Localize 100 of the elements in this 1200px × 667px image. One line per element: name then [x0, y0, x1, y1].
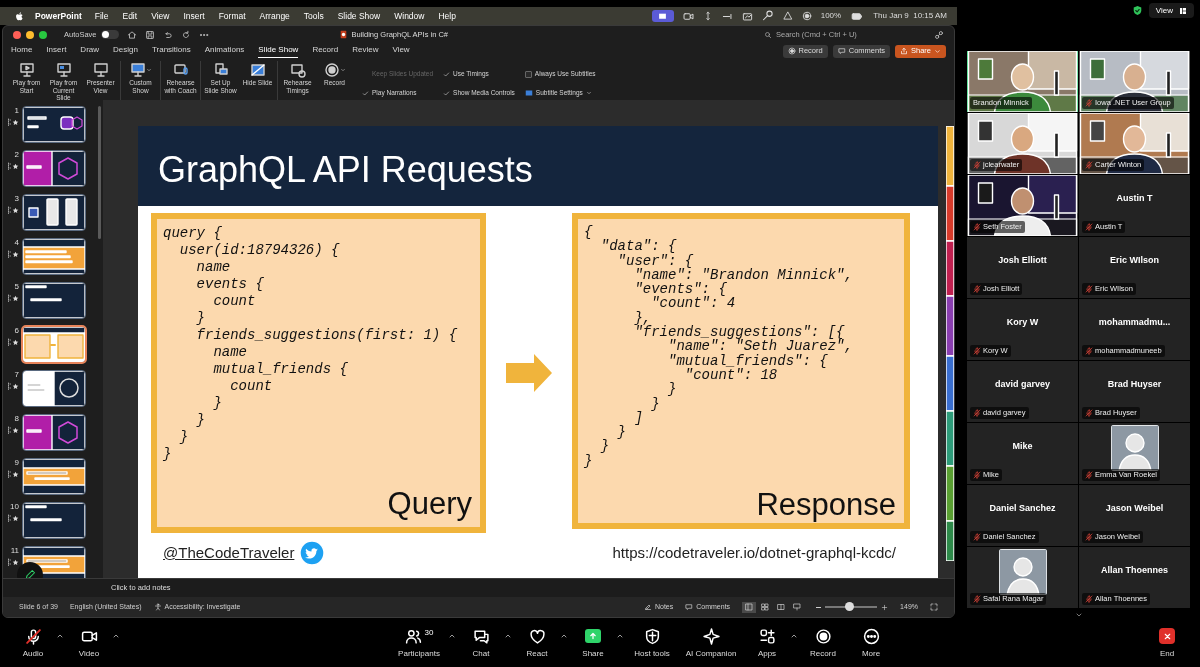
- menu-item[interactable]: Insert: [183, 9, 205, 23]
- animation-icon: [7, 514, 11, 522]
- key-status-icon[interactable]: [761, 10, 774, 22]
- slide-thumbnail[interactable]: [23, 415, 85, 450]
- video-button[interactable]: Video: [66, 627, 112, 660]
- menu-item[interactable]: Help: [438, 9, 456, 23]
- react-button[interactable]: React: [514, 627, 560, 660]
- slide-thumbnail[interactable]: [23, 459, 85, 494]
- ribbon-tab[interactable]: Record: [312, 44, 339, 58]
- caret-icon[interactable]: [504, 632, 512, 640]
- menu-item[interactable]: Tools: [303, 9, 324, 23]
- slide-url: https://codetraveler.io/dotnet-graphql-kcdc/: [612, 542, 896, 563]
- share-button[interactable]: Share: [570, 627, 616, 660]
- screen-share-status-icon[interactable]: [651, 10, 674, 22]
- animation-icon: [7, 558, 11, 566]
- avatar-icon: [1110, 424, 1159, 471]
- view-mode-icon: [777, 603, 786, 611]
- screen-record-icon: [323, 62, 340, 78]
- home-icon[interactable]: [126, 29, 137, 40]
- slide-number: 1: [14, 106, 19, 115]
- projector-icon: [92, 62, 109, 78]
- heart-icon: [528, 627, 546, 645]
- ribbon-tab[interactable]: Slide Show: [258, 44, 299, 58]
- scrollbar-thumb[interactable]: [98, 106, 101, 239]
- animation-icon: [7, 118, 11, 126]
- caret-icon[interactable]: [56, 632, 64, 640]
- star-icon: [12, 382, 19, 390]
- slider-thumb[interactable]: [845, 602, 854, 611]
- slide-thumbnail[interactable]: [23, 195, 85, 230]
- link-icon[interactable]: [934, 29, 944, 40]
- shield-check-icon[interactable]: [1131, 5, 1143, 16]
- view-button[interactable]: [742, 601, 757, 613]
- menu-item[interactable]: Slide Show: [337, 9, 381, 23]
- end-button[interactable]: End: [1144, 627, 1190, 660]
- star-icon: [12, 294, 19, 302]
- ribbon-tab[interactable]: Home: [11, 44, 33, 58]
- apps-button[interactable]: Apps: [744, 627, 790, 660]
- avatar-icon: [998, 548, 1047, 595]
- more-button[interactable]: More: [848, 627, 894, 660]
- animation-icon: [7, 294, 11, 302]
- record-status-icon[interactable]: [801, 11, 812, 21]
- fit-to-window-icon[interactable]: [930, 603, 938, 611]
- apple-icon[interactable]: [14, 10, 25, 22]
- caret-icon[interactable]: [112, 632, 120, 640]
- slide-thumbnail[interactable]: [23, 107, 85, 142]
- participant-name: Eric WIlson: [1110, 253, 1159, 267]
- menu-item[interactable]: View: [151, 9, 170, 23]
- animation-icon: [7, 382, 11, 390]
- record-button[interactable]: Record: [800, 627, 846, 660]
- menu-item[interactable]: Edit: [122, 9, 138, 23]
- chat-button[interactable]: Chat: [458, 627, 504, 660]
- slide-thumbnail[interactable]: [23, 151, 85, 186]
- animation-icon: [7, 206, 11, 214]
- slide-thumbnail[interactable]: [23, 503, 85, 538]
- ribbon-tab[interactable]: Design: [113, 44, 138, 58]
- menu-item[interactable]: File: [94, 9, 109, 23]
- redo-icon[interactable]: [180, 29, 191, 40]
- slides-icon: [212, 62, 229, 78]
- share-screen-icon: [585, 629, 601, 643]
- ai-button[interactable]: AI Companion: [680, 627, 742, 660]
- ribbon-tab[interactable]: Transitions: [151, 44, 191, 58]
- camera-status-icon[interactable]: [682, 10, 694, 22]
- shield-icon: [643, 627, 661, 645]
- audio-button[interactable]: Audio: [10, 627, 56, 660]
- zoom-in-icon[interactable]: [881, 603, 889, 611]
- menu-item[interactable]: PowerPoint: [35, 9, 82, 23]
- menu-item[interactable]: Window: [394, 9, 425, 23]
- ribbon-tab[interactable]: View: [392, 44, 410, 58]
- ribbon-tab[interactable]: Insert: [46, 44, 67, 58]
- view-button[interactable]: View: [1148, 3, 1194, 18]
- caret-icon[interactable]: [560, 632, 568, 640]
- view-mode-icon: [745, 603, 754, 611]
- caret-icon: [585, 90, 592, 96]
- slide-thumbnail[interactable]: [23, 239, 85, 274]
- star-icon: [12, 558, 19, 566]
- ribbon-tab[interactable]: Review: [352, 44, 379, 58]
- ribbon-tab[interactable]: Draw: [80, 44, 100, 58]
- caret-icon: [934, 47, 941, 55]
- menu-item[interactable]: Format: [218, 9, 246, 23]
- host-button[interactable]: Host tools: [626, 627, 678, 660]
- slide-number: 4: [14, 238, 19, 247]
- chart-status-icon[interactable]: [741, 10, 753, 22]
- slide-thumbnail[interactable]: [23, 371, 85, 406]
- participants-button[interactable]: 30 Participants: [390, 627, 448, 660]
- menu-item[interactable]: Arrange: [259, 9, 290, 23]
- participant-count: 30: [424, 627, 434, 639]
- triangle-status-icon[interactable]: [782, 11, 793, 21]
- record-icon: [814, 627, 832, 645]
- caret-icon[interactable]: [448, 632, 456, 640]
- ribbon-tab[interactable]: Animations: [204, 44, 245, 58]
- autosave-toggle[interactable]: [100, 30, 119, 39]
- slide-thumbnail[interactable]: [23, 283, 85, 318]
- checkbox[interactable]: [524, 70, 532, 78]
- slide-thumbnail[interactable]: [23, 327, 85, 362]
- participant-name: Austin T: [1116, 191, 1153, 205]
- save-icon[interactable]: [144, 29, 155, 40]
- caret-icon[interactable]: [616, 632, 624, 640]
- caret-icon[interactable]: [790, 632, 798, 640]
- share-icon: [900, 47, 908, 55]
- slide-number: 10: [10, 502, 19, 511]
